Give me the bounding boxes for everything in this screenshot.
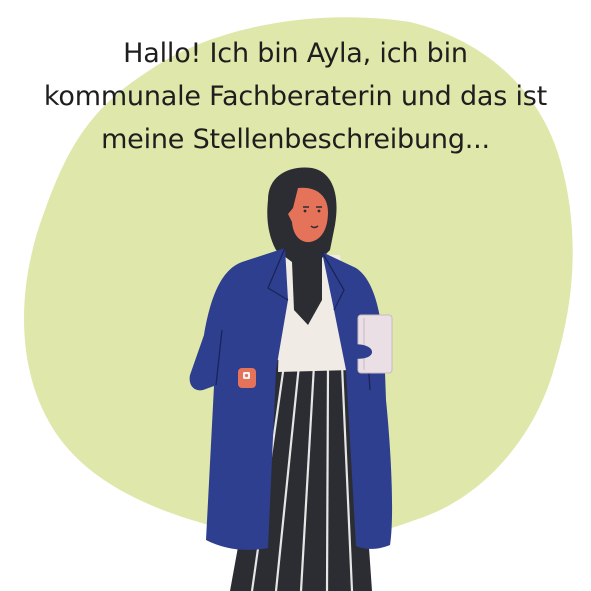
woman-with-folder-illustration [189, 167, 393, 591]
hand-on-hip [238, 368, 256, 388]
folder-icon [352, 314, 393, 374]
illustration-card: Hallo! Ich bin Ayla, ich bin kommunale F… [0, 0, 591, 591]
